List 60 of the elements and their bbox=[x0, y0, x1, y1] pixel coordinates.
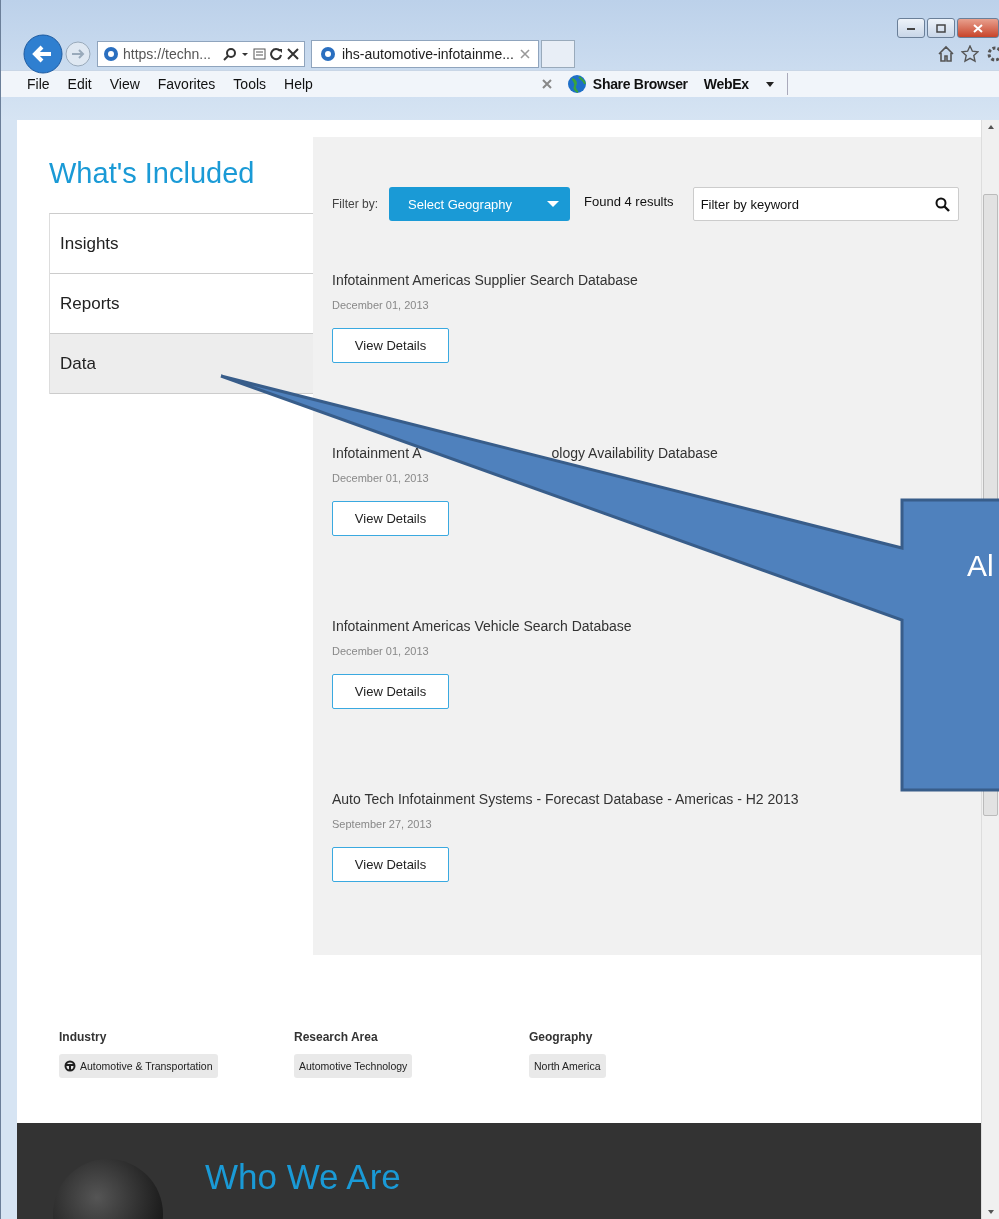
facet-heading: Research Area bbox=[294, 1030, 379, 1044]
callout-text: Al bbox=[967, 549, 994, 582]
maximize-button[interactable] bbox=[927, 18, 955, 38]
result-date: December 01, 2013 bbox=[332, 472, 430, 484]
menu-item[interactable]: File bbox=[27, 76, 50, 92]
settings-icon[interactable] bbox=[985, 45, 999, 63]
view-details-button[interactable]: View Details bbox=[332, 674, 449, 709]
search-icon[interactable] bbox=[222, 47, 237, 61]
globe-icon bbox=[566, 74, 587, 94]
menu-item[interactable]: Help bbox=[284, 76, 313, 92]
caret-icon bbox=[546, 200, 560, 208]
webex-menu[interactable]: WebEx bbox=[703, 76, 749, 92]
scroll-down-icon[interactable] bbox=[986, 1209, 995, 1215]
caret-icon[interactable] bbox=[764, 80, 775, 88]
site-icon bbox=[103, 46, 119, 62]
close-icon bbox=[973, 23, 983, 33]
menu-item[interactable]: Favorites bbox=[157, 76, 216, 92]
facet-tag[interactable]: Automotive & Transportation bbox=[59, 1054, 218, 1078]
close-tab-icon[interactable] bbox=[519, 49, 530, 59]
results-count: Found 4 results bbox=[584, 193, 674, 209]
menu-item[interactable]: Edit bbox=[67, 76, 92, 92]
stop-icon[interactable] bbox=[286, 47, 299, 61]
filter-label: Filter by: bbox=[332, 197, 378, 211]
browser-tab[interactable]: ihs-automotive-infotainme... bbox=[310, 40, 539, 68]
menu-item[interactable]: View bbox=[109, 76, 140, 92]
maximize-icon bbox=[936, 23, 946, 33]
back-button[interactable] bbox=[23, 34, 63, 74]
minimize-button[interactable] bbox=[897, 18, 925, 38]
address-bar[interactable]: https://techn... bbox=[97, 41, 305, 67]
facet-heading: Industry bbox=[59, 1030, 108, 1044]
sidebar-item[interactable]: Data bbox=[50, 334, 313, 394]
result-title: Auto Tech Infotainment Systems - Forecast Database - Americas - H2 2013 bbox=[332, 791, 799, 807]
minimize-icon bbox=[906, 25, 916, 31]
result-title: ology Availability Database bbox=[551, 445, 718, 461]
search-icon[interactable] bbox=[934, 197, 950, 212]
refresh-icon[interactable] bbox=[269, 47, 283, 61]
result-title: Infotainment A bbox=[332, 445, 422, 461]
facet-heading: Geography bbox=[529, 1030, 594, 1044]
result-title: Infotainment Americas Supplier Search Database bbox=[332, 272, 638, 288]
view-details-button[interactable]: View Details bbox=[332, 501, 449, 536]
keyword-search-field[interactable]: Filter by keyword bbox=[692, 187, 959, 221]
result-date: December 01, 2013 bbox=[332, 645, 430, 657]
section-heading: What's Included bbox=[49, 156, 256, 191]
menu-item[interactable]: Tools bbox=[233, 76, 267, 92]
view-details-button[interactable]: View Details bbox=[332, 328, 449, 363]
facet-tag[interactable]: North America bbox=[529, 1054, 606, 1078]
star-icon[interactable] bbox=[961, 45, 979, 63]
result-date: September 27, 2013 bbox=[332, 818, 433, 830]
home-icon[interactable] bbox=[937, 45, 955, 63]
close-button[interactable] bbox=[957, 18, 999, 38]
scroll-up-icon[interactable] bbox=[986, 124, 995, 130]
result-title: Infotainment Americas Vehicle Search Database bbox=[332, 618, 632, 634]
site-icon bbox=[319, 46, 336, 62]
close-icon[interactable] bbox=[540, 78, 553, 90]
view-details-button[interactable]: View Details bbox=[332, 847, 449, 882]
steering-wheel-icon bbox=[64, 1060, 76, 1072]
share-browser-button[interactable]: Share Browser bbox=[592, 76, 688, 92]
footer-heading: Who We Are bbox=[205, 1157, 401, 1197]
result-date: December 01, 2013 bbox=[332, 299, 430, 311]
facet-tag[interactable]: Automotive Technology bbox=[294, 1054, 413, 1078]
